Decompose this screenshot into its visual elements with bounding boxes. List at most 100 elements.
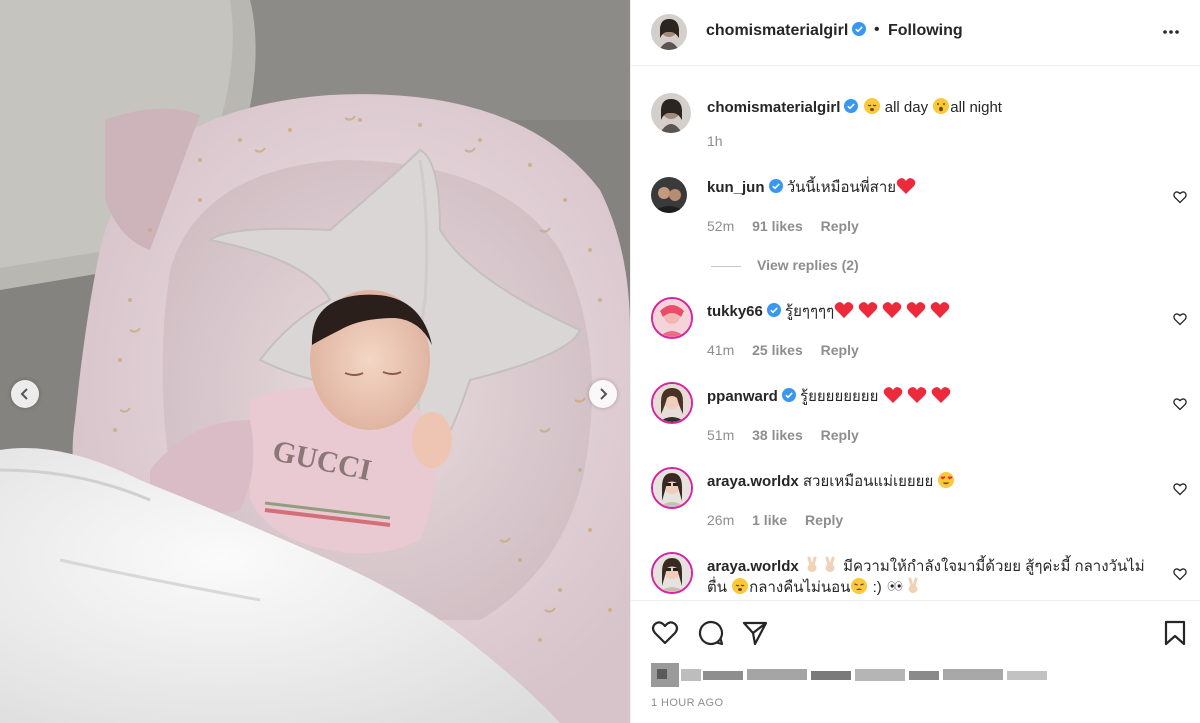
heart-eyes-icon [938, 472, 955, 488]
previous-image-button[interactable] [11, 380, 39, 408]
post-actions: 1 HOUR AGO [631, 600, 1200, 722]
post-header: chomismaterialgirl • Following [631, 0, 1200, 66]
red-heart-icon [834, 302, 854, 318]
comments-list: chomismaterialgirl all day all night 1h [631, 67, 1200, 600]
commenter-avatar[interactable] [651, 552, 693, 594]
comment-time: 41m [707, 342, 735, 358]
comment-likes[interactable]: 91 likes [752, 218, 803, 234]
comment-meta: 26m 1 like Reply [707, 512, 857, 528]
comment-body: วันนี้เหมือนพี่สาย [786, 179, 897, 196]
caption-username[interactable]: chomismaterialgirl [707, 99, 840, 116]
comment-time: 52m [707, 218, 735, 234]
comment-text: araya.worldx มีความให้กำลังใจมามี้ด้วยย … [707, 556, 1156, 598]
comment-username[interactable]: kun_jun [707, 179, 765, 196]
commenter-avatar[interactable] [651, 382, 693, 424]
red-heart-icon [883, 387, 902, 403]
red-heart-icon [896, 178, 916, 194]
comment: kun_jun วันนี้เหมือนพี่สาย 52m 91 likes … [631, 177, 1200, 287]
comment-meta: 41m 25 likes Reply [707, 342, 873, 358]
comment-text: araya.worldx สวยเหมือนแม่เยยยย [707, 471, 1156, 492]
view-replies-button[interactable]: View replies (2) [711, 257, 859, 273]
sleeping-face-icon [732, 578, 749, 594]
victory-hand-icon [807, 556, 817, 572]
comment-username[interactable]: araya.worldx [707, 558, 799, 575]
reply-button[interactable]: Reply [821, 218, 859, 234]
eyes-icon [887, 581, 903, 591]
caption-meta: 1h [707, 133, 737, 149]
heart-outline-icon[interactable] [1173, 312, 1187, 326]
caption-avatar[interactable] [651, 93, 691, 133]
comment-body: รู้ยๆๆๆๆ [785, 303, 835, 320]
victory-hand-icon [825, 556, 835, 572]
comment-body-2: กลางคืนไม่นอน [749, 579, 851, 596]
comment-likes[interactable]: 25 likes [752, 342, 803, 358]
comment-likes[interactable]: 1 like [752, 512, 787, 528]
next-image-button[interactable] [589, 380, 617, 408]
view-replies-label: View replies (2) [757, 257, 859, 273]
share-icon[interactable] [741, 619, 769, 647]
following-button[interactable]: Following [888, 22, 963, 40]
verified-icon [768, 179, 783, 193]
red-heart-icon [882, 302, 902, 318]
heart-outline-icon[interactable] [1173, 397, 1187, 411]
like-heart-icon[interactable] [651, 619, 679, 647]
comment-body: รู้ยยยยยยยย [800, 388, 879, 405]
commenter-avatar[interactable] [651, 467, 693, 509]
comment-username[interactable]: araya.worldx [707, 473, 799, 490]
sleeping-face-icon [863, 98, 880, 114]
commenter-avatar[interactable] [651, 297, 693, 339]
chevron-right-icon [600, 388, 608, 400]
caption-part2: all night [950, 99, 1002, 116]
heart-outline-icon[interactable] [1173, 567, 1187, 581]
red-heart-icon [930, 302, 950, 318]
commenter-avatar[interactable] [651, 177, 687, 213]
comment-time: 26m [707, 512, 735, 528]
header-separator: • [874, 21, 880, 38]
reply-button[interactable]: Reply [821, 342, 859, 358]
verified-icon [781, 388, 796, 402]
heart-outline-icon[interactable] [1173, 482, 1187, 496]
red-heart-icon [858, 302, 878, 318]
author-avatar[interactable] [651, 14, 687, 50]
baby-photo: GUCCI [0, 0, 630, 723]
reply-button[interactable]: Reply [821, 427, 859, 443]
comment-username[interactable]: ppanward [707, 388, 778, 405]
caption: chomismaterialgirl all day all night 1h [631, 93, 1200, 173]
comment-likes[interactable]: 38 likes [752, 427, 803, 443]
comment-icon[interactable] [697, 619, 725, 647]
surprised-face-icon [933, 98, 950, 114]
comment-username[interactable]: tukky66 [707, 303, 763, 320]
comment-text: ppanward รู้ยยยยยยยย [707, 386, 1156, 407]
comment-body: สวยเหมือนแม่เยยยย [802, 473, 934, 490]
verified-icon [844, 99, 859, 113]
comment: araya.worldx สวยเหมือนแม่เยยยย 26m 1 lik… [631, 467, 1200, 537]
post-timestamp: 1 HOUR AGO [651, 697, 724, 709]
comment: araya.worldx มีความให้กำลังใจมามี้ด้วยย … [631, 552, 1200, 600]
bookmark-icon[interactable] [1161, 619, 1189, 647]
comment-text: kun_jun วันนี้เหมือนพี่สาย [707, 177, 1156, 198]
red-heart-icon [907, 387, 926, 403]
comment-meta: 51m 38 likes Reply [707, 427, 873, 443]
red-heart-icon [906, 302, 926, 318]
comment-time: 51m [707, 427, 735, 443]
comment-body-3: :) [872, 579, 882, 596]
verified-icon [852, 22, 867, 36]
more-icon[interactable] [1161, 22, 1181, 42]
post-image[interactable]: GUCCI [0, 0, 630, 723]
reply-button[interactable]: Reply [805, 512, 843, 528]
comment-text: tukky66 รู้ยๆๆๆๆ [707, 301, 1156, 322]
replies-divider [711, 265, 741, 267]
author-username[interactable]: chomismaterialgirl [706, 22, 867, 40]
tired-face-icon [851, 578, 868, 594]
victory-hand-icon [908, 577, 918, 593]
post-details-panel: chomismaterialgirl • Following chomismat… [630, 0, 1200, 723]
comment: ppanward รู้ยยยยยยยย 51m 38 likes Reply [631, 382, 1200, 452]
chevron-left-icon [20, 388, 28, 400]
comment: tukky66 รู้ยๆๆๆๆ 41m 25 likes Reply [631, 297, 1200, 367]
red-heart-icon [931, 387, 950, 403]
caption-text: chomismaterialgirl all day all night [707, 97, 1156, 118]
caption-part1: all day [884, 99, 929, 116]
heart-outline-icon[interactable] [1173, 190, 1187, 204]
verified-icon [766, 303, 781, 317]
caption-time: 1h [707, 133, 723, 149]
